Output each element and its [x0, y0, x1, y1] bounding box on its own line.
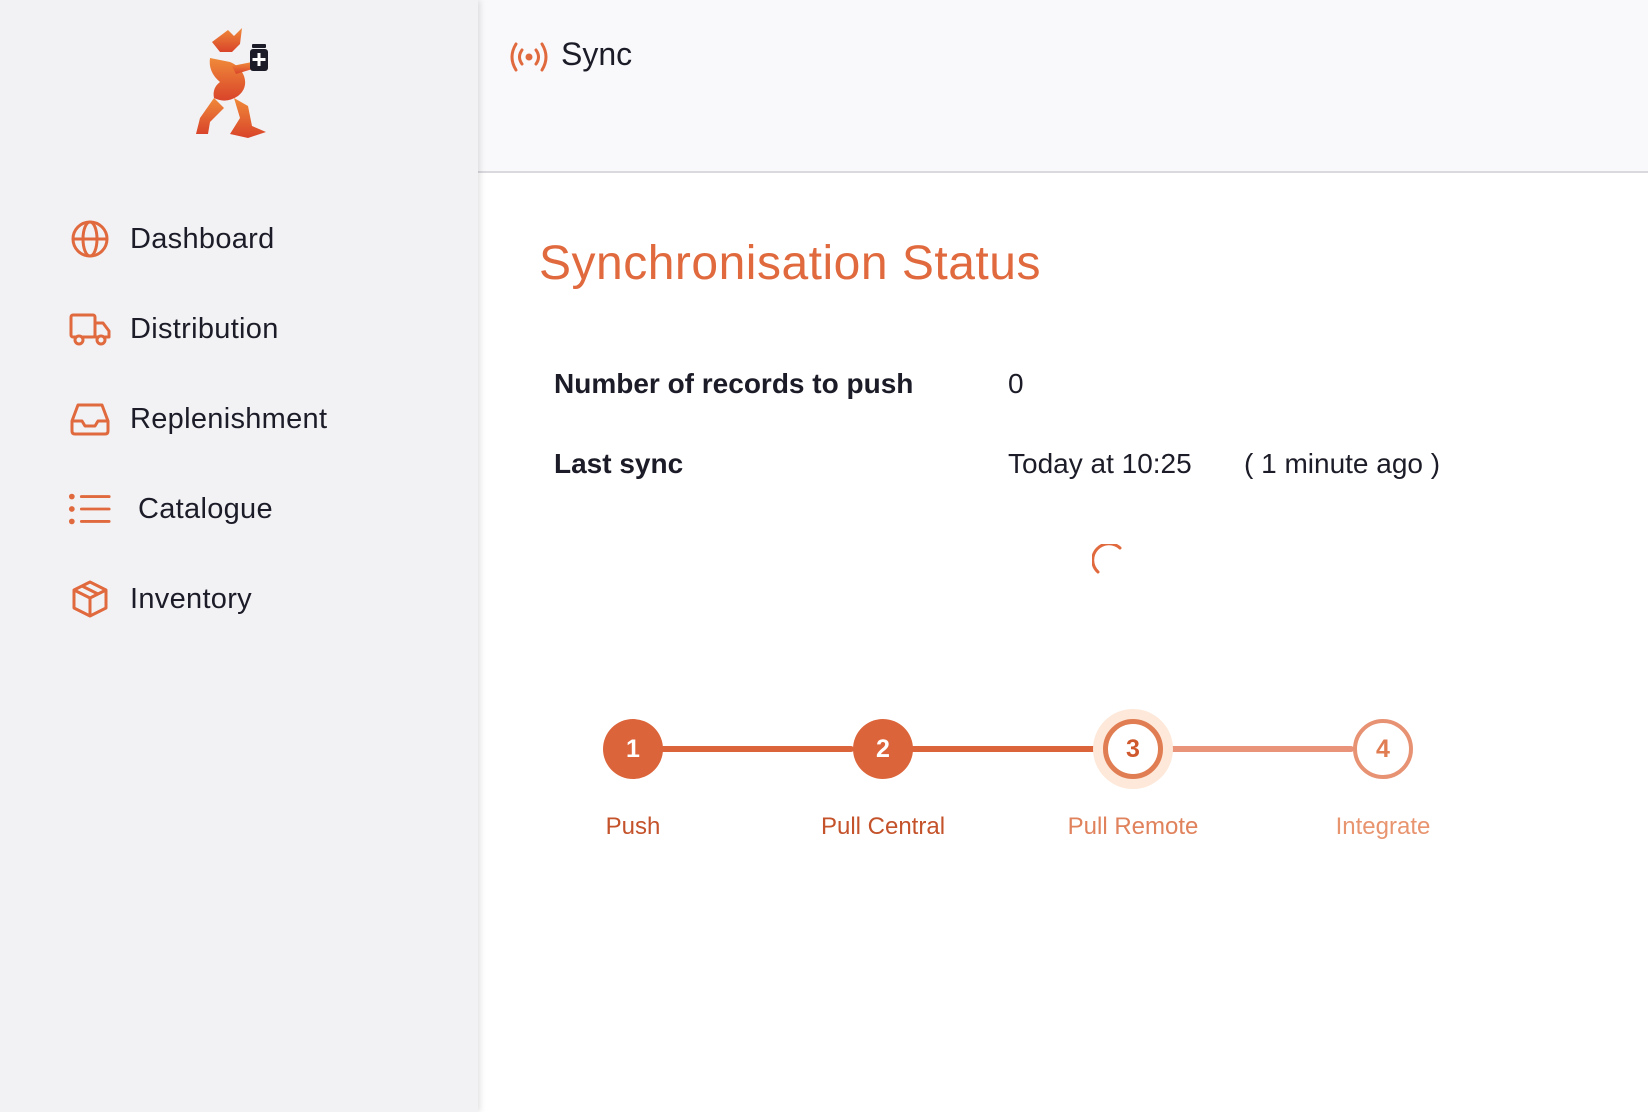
sidebar: Dashboard Distribution Replenishment Cat…: [0, 0, 478, 1112]
inbox-icon: [68, 397, 112, 441]
sidebar-item-dashboard[interactable]: Dashboard: [0, 194, 478, 284]
sidebar-item-label: Distribution: [130, 312, 279, 345]
sidebar-item-label: Dashboard: [130, 222, 275, 255]
step-4-label: Integrate: [1335, 813, 1431, 840]
app-window: Dashboard Distribution Replenishment Cat…: [0, 0, 1648, 1112]
sidebar-item-replenishment[interactable]: Replenishment: [0, 374, 478, 464]
logo-icon[interactable]: [190, 22, 290, 147]
step-1-circle: 1: [603, 719, 663, 779]
step-4-circle: 4: [1353, 719, 1413, 779]
sync-stepper: 1 Push 2 Pull Central 3 Pull Remote 4 In…: [478, 173, 1648, 1112]
sidebar-item-label: Catalogue: [138, 492, 273, 525]
step-2-circle: 2: [853, 719, 913, 779]
sidebar-item-catalogue[interactable]: Catalogue: [0, 464, 478, 554]
sidebar-item-inventory[interactable]: Inventory: [0, 554, 478, 644]
app-header: Sync: [478, 0, 1648, 173]
page-title: Sync: [561, 36, 633, 72]
step-connector: [632, 746, 854, 752]
step-connector: [1132, 746, 1354, 752]
step-3-circle: 3: [1103, 719, 1163, 779]
box-icon: [68, 577, 112, 621]
sidebar-item-label: Inventory: [130, 582, 252, 615]
step-connector: [882, 746, 1104, 752]
step-1-label: Push: [605, 813, 661, 840]
broadcast-icon: [508, 40, 550, 74]
list-icon: [68, 487, 112, 531]
main-content: Synchronisation Status Number of records…: [478, 173, 1648, 1112]
truck-icon: [68, 307, 112, 351]
sidebar-item-label: Replenishment: [130, 402, 328, 435]
globe-icon: [68, 217, 112, 261]
step-3-label: Pull Remote: [1067, 813, 1199, 840]
sidebar-item-distribution[interactable]: Distribution: [0, 284, 478, 374]
step-2-label: Pull Central: [820, 813, 946, 840]
sidebar-nav: Dashboard Distribution Replenishment Cat…: [0, 194, 478, 644]
